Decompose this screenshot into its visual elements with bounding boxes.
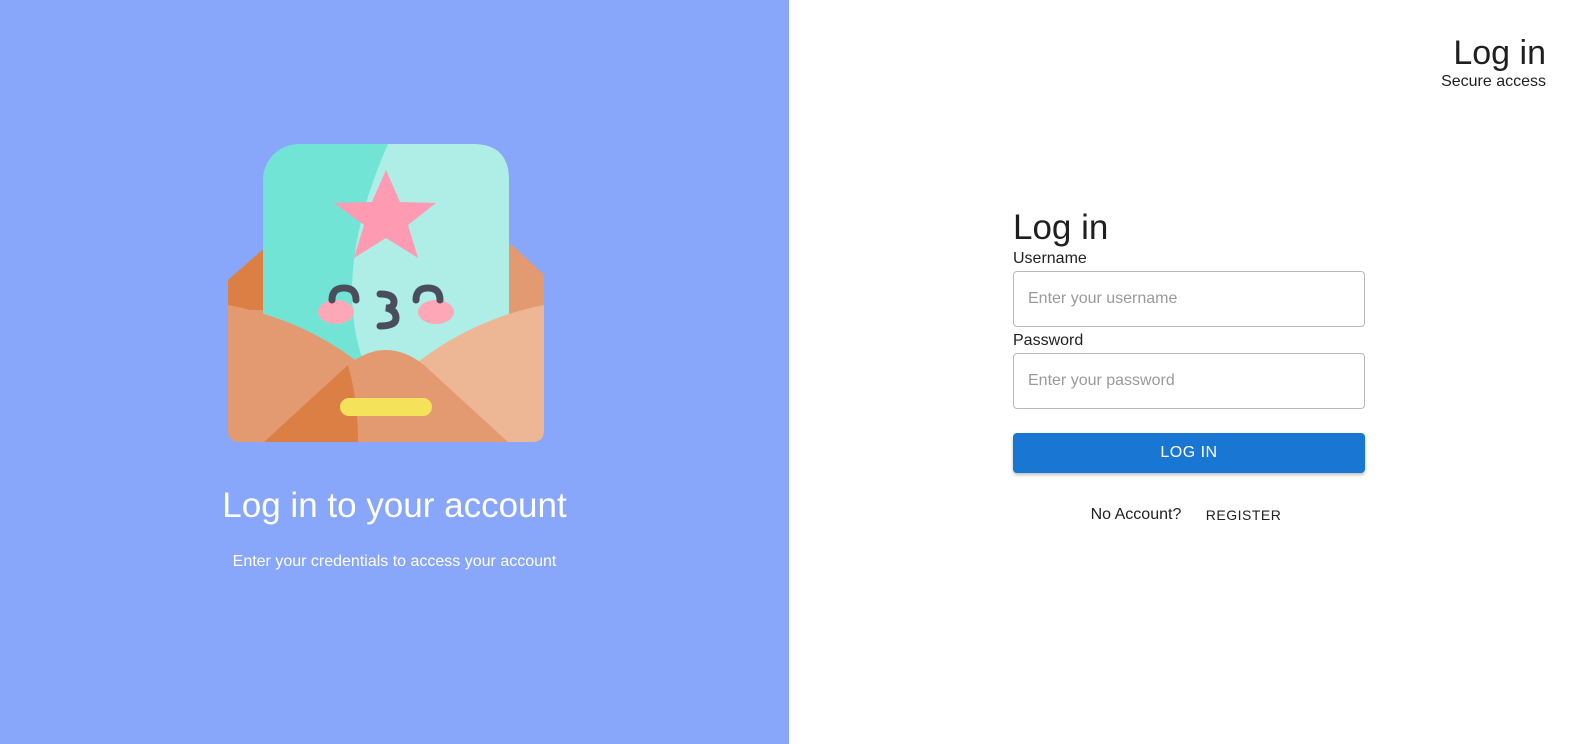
form-title: Log in: [1013, 208, 1109, 247]
login-page: Log in to your account Enter your creden…: [0, 0, 1580, 744]
hero-title: Log in to your account: [222, 486, 567, 525]
no-account-text: No Account?: [1090, 506, 1182, 523]
register-button[interactable]: REGISTER: [1200, 503, 1288, 527]
register-row: No Account? REGISTER: [1013, 503, 1365, 527]
envelope-letter-illustration: [228, 144, 544, 442]
hero-subtitle: Enter your credentials to access your ac…: [232, 553, 557, 570]
username-label: Username: [1013, 250, 1087, 267]
login-button[interactable]: LOG IN: [1013, 433, 1365, 473]
page-header: Log in Secure access: [1441, 34, 1546, 92]
login-panel: Log in Secure access Log in Username Pas…: [789, 0, 1580, 744]
page-subtitle: Secure access: [1441, 73, 1546, 90]
login-form: Log in Username Password LOG IN No Accou…: [1013, 207, 1365, 527]
page-title: Log in: [1453, 34, 1546, 72]
hero-panel: Log in to your account Enter your creden…: [0, 0, 789, 744]
password-input[interactable]: [1013, 353, 1365, 409]
password-label: Password: [1013, 332, 1084, 349]
username-input[interactable]: [1013, 271, 1365, 327]
